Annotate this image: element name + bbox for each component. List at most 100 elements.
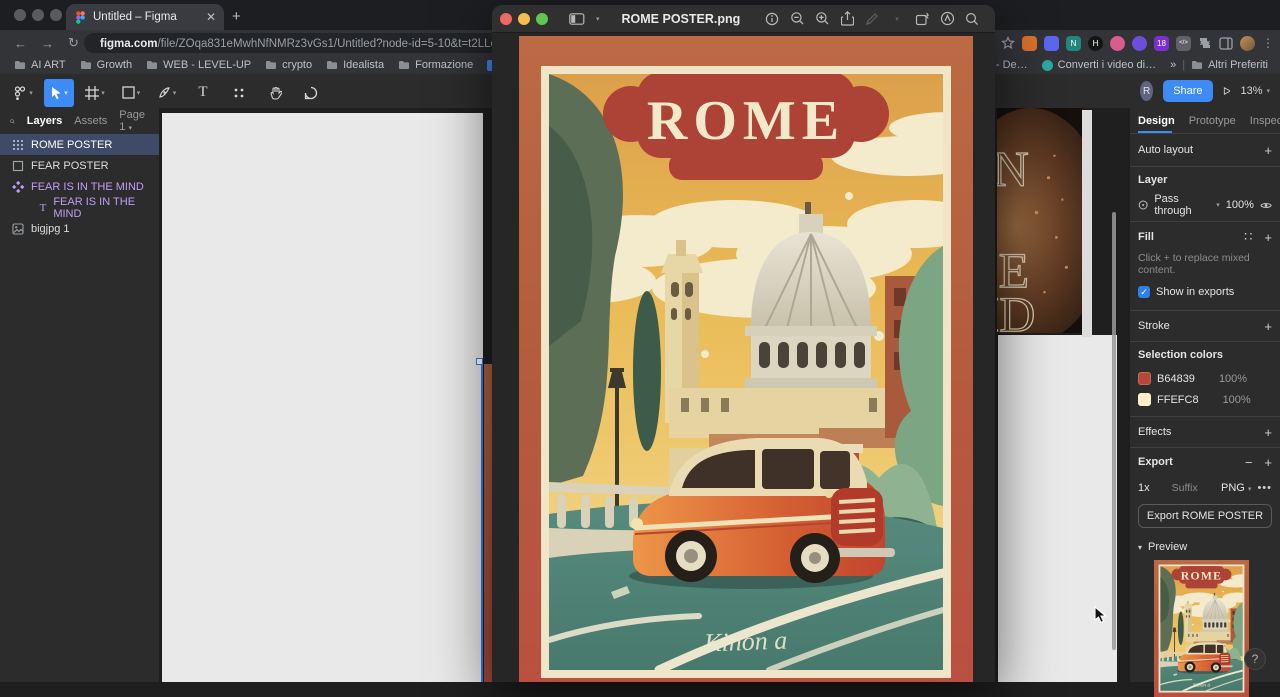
bookmark-item[interactable]: Idealista xyxy=(326,59,384,71)
search-icon[interactable] xyxy=(10,116,15,127)
remove-export-button[interactable]: − xyxy=(1245,455,1253,470)
selection-color-row[interactable]: FFEFC8 100% xyxy=(1138,389,1272,410)
page-selector[interactable]: Page 1 ▾ xyxy=(119,109,145,133)
artboard-white-frame[interactable] xyxy=(998,335,1117,682)
sidebar-toggle-icon[interactable] xyxy=(566,13,588,25)
ext-code-icon[interactable]: </> xyxy=(1176,36,1191,51)
share-button[interactable]: Share xyxy=(1163,80,1212,102)
visibility-eye-icon[interactable] xyxy=(1260,201,1272,210)
window-close-button[interactable] xyxy=(14,9,26,21)
artboard-white-frame[interactable] xyxy=(162,113,483,682)
export-suffix-input[interactable]: Suffix xyxy=(1172,482,1198,494)
add-effect-button[interactable]: + xyxy=(1264,425,1272,440)
hand-tool-button[interactable] xyxy=(260,79,290,107)
export-rome-poster-button[interactable]: Export ROME POSTER xyxy=(1138,504,1272,528)
ext-purple-icon[interactable] xyxy=(1132,36,1147,51)
chevron-down-icon[interactable]: ▾ xyxy=(596,15,600,23)
annotate-circle-icon[interactable] xyxy=(936,11,958,26)
bookmark-star-icon[interactable] xyxy=(1001,36,1015,50)
selection-handle[interactable] xyxy=(476,358,483,365)
color-opacity[interactable]: 100% xyxy=(1219,373,1247,385)
present-icon[interactable] xyxy=(1223,85,1231,97)
show-in-exports-checkbox[interactable]: ✓ xyxy=(1138,286,1150,298)
export-options-icon[interactable]: ••• xyxy=(1257,482,1272,494)
tab-assets[interactable]: Assets xyxy=(74,115,107,127)
info-icon[interactable] xyxy=(761,12,783,26)
back-icon[interactable]: ← xyxy=(14,36,27,51)
side-panel-icon[interactable] xyxy=(1219,37,1233,50)
rotate-icon[interactable] xyxy=(911,12,933,26)
preview-disclosure-triangle[interactable]: ▾ xyxy=(1138,543,1142,552)
zoom-menu[interactable]: 13% ▾ xyxy=(1240,85,1270,97)
fear-poster-canvas-image[interactable] xyxy=(997,108,1082,333)
bookmark-item[interactable]: AI ART xyxy=(14,59,66,71)
add-stroke-button[interactable]: + xyxy=(1264,319,1272,334)
preview-minimize-button[interactable] xyxy=(518,13,530,25)
help-button[interactable]: ? xyxy=(1244,648,1266,670)
comment-tool-button[interactable] xyxy=(296,79,326,107)
add-auto-layout-button[interactable]: + xyxy=(1264,143,1272,158)
bookmark-item[interactable]: WEB - LEVEL-UP xyxy=(146,59,251,71)
tab-close-icon[interactable]: ✕ xyxy=(206,10,216,24)
address-bar[interactable]: figma.com/file/ZOqa831eMwhNfNMRz3vGs1/Un… xyxy=(84,33,504,53)
add-fill-button[interactable]: + xyxy=(1264,230,1272,245)
ext-key-icon[interactable] xyxy=(1110,36,1125,51)
bookmark-item[interactable]: Converti i video di… xyxy=(1042,59,1156,71)
ext-orange-icon[interactable] xyxy=(1022,36,1037,51)
ext-h-icon[interactable]: H xyxy=(1088,36,1103,51)
puzzle-icon[interactable] xyxy=(1198,36,1212,50)
preview-window[interactable]: ▾ ROME POSTER.png ▾ xyxy=(492,5,995,682)
bookmarks-overflow-chevron[interactable]: » xyxy=(1170,59,1176,71)
shape-tool-button[interactable]: ▾ xyxy=(116,79,146,107)
user-avatar[interactable]: R xyxy=(1140,81,1153,101)
zoom-out-icon[interactable] xyxy=(786,11,808,26)
layer-row-fear-poster[interactable]: FEAR POSTER xyxy=(0,155,159,176)
frame-tool-button[interactable]: ▾ xyxy=(80,79,110,107)
new-tab-button[interactable]: + xyxy=(232,8,241,25)
preview-titlebar[interactable]: ▾ ROME POSTER.png ▾ xyxy=(492,5,995,33)
window-zoom-button[interactable] xyxy=(50,9,62,21)
blend-mode-value[interactable]: Pass through xyxy=(1154,193,1210,217)
bookmark-item[interactable]: Formazione xyxy=(398,59,473,71)
forward-icon[interactable]: → xyxy=(41,36,54,51)
layer-row-bigjpg[interactable]: bigjpg 1 xyxy=(0,218,159,239)
browser-tab[interactable]: Untitled – Figma ✕ xyxy=(66,4,224,30)
layer-opacity-value[interactable]: 100% xyxy=(1226,199,1254,211)
color-opacity[interactable]: 100% xyxy=(1223,394,1251,406)
ext-notion-icon[interactable]: N xyxy=(1066,36,1081,51)
window-minimize-button[interactable] xyxy=(32,9,44,21)
pen-tool-button[interactable]: ▾ xyxy=(152,79,182,107)
ext-blue-icon[interactable] xyxy=(1044,36,1059,51)
reload-icon[interactable]: ↻ xyxy=(68,35,79,51)
move-tool-button[interactable]: ▾ xyxy=(44,79,74,107)
text-tool-button[interactable]: T xyxy=(188,79,218,107)
bookmark-item[interactable]: crypto xyxy=(265,59,312,71)
color-swatch[interactable] xyxy=(1138,393,1151,406)
color-swatch[interactable] xyxy=(1138,372,1151,385)
ext-18-badge-icon[interactable]: 18 xyxy=(1154,36,1169,51)
tab-layers[interactable]: Layers xyxy=(27,115,62,127)
layer-row-rome-poster[interactable]: ROME POSTER xyxy=(0,134,159,155)
blend-mode-icon[interactable] xyxy=(1138,199,1148,211)
figma-main-menu-button[interactable]: ▾ xyxy=(8,79,38,107)
other-bookmarks-folder[interactable]: Altri Preferiti xyxy=(1191,59,1268,71)
add-export-button[interactable]: + xyxy=(1264,455,1272,470)
selection-color-row[interactable]: B64839 100% xyxy=(1138,368,1272,389)
resources-tool-button[interactable] xyxy=(224,79,254,107)
search-icon[interactable] xyxy=(961,12,983,26)
preview-close-button[interactable] xyxy=(500,13,512,25)
layer-row-fear-text[interactable]: T FEAR IS IN THE MIND xyxy=(0,197,159,218)
export-scale-value[interactable]: 1x xyxy=(1138,482,1150,494)
color-hex[interactable]: FFEFC8 xyxy=(1157,394,1199,406)
color-hex[interactable]: B64839 xyxy=(1157,373,1195,385)
bookmark-item[interactable]: Growth xyxy=(80,59,132,71)
profile-avatar[interactable] xyxy=(1240,36,1255,51)
share-icon[interactable] xyxy=(836,11,858,26)
layer-row-fear-component[interactable]: FEAR IS IN THE MIND xyxy=(0,176,159,197)
tab-design[interactable]: Design xyxy=(1138,115,1175,127)
tab-prototype[interactable]: Prototype xyxy=(1189,115,1236,127)
canvas-scrollbar[interactable] xyxy=(1112,212,1116,650)
export-format-select[interactable]: PNG ▾ xyxy=(1221,482,1251,494)
rome-poster-canvas-edge[interactable] xyxy=(484,364,492,682)
zoom-in-icon[interactable] xyxy=(811,11,833,26)
